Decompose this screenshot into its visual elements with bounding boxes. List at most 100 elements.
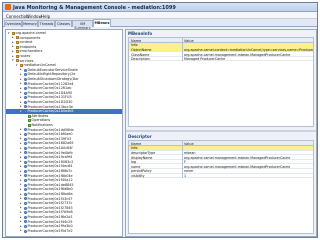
bean-icon — [23, 160, 27, 164]
tree-node-label: context — [19, 40, 33, 45]
column-header-name: Name — [131, 38, 142, 43]
tab-mbeans[interactable]: MBeans — [93, 19, 111, 27]
tab-memory[interactable]: Memory — [22, 20, 38, 27]
expand-toggle-icon[interactable]: ▸ — [20, 229, 23, 232]
java-app-icon — [5, 4, 11, 10]
bean-icon — [23, 165, 27, 169]
expand-toggle-icon[interactable]: ▸ — [20, 201, 23, 205]
column-divider[interactable] — [182, 141, 183, 179]
expand-toggle-icon[interactable]: ▸ — [20, 72, 23, 76]
menu-window[interactable]: Window — [26, 14, 42, 19]
folder-icon — [15, 40, 19, 44]
expand-toggle-icon[interactable]: ▸ — [20, 86, 23, 90]
collapse-toggle-icon[interactable]: ▾ — [16, 63, 19, 67]
expand-toggle-icon[interactable]: ▸ — [20, 215, 23, 219]
bean-icon — [23, 229, 27, 233]
bean-icon — [23, 155, 27, 159]
folder-icon — [15, 50, 19, 54]
expand-toggle-icon[interactable]: ▸ — [12, 36, 15, 39]
tab-bar: Overview Memory Threads Classes VM Summa… — [3, 19, 317, 30]
expand-toggle-icon[interactable]: ▸ — [20, 206, 23, 209]
bean-icon — [23, 151, 27, 155]
tree-node-label: routes — [19, 54, 31, 58]
split-divider[interactable] — [126, 130, 316, 132]
bean-icon — [23, 77, 27, 81]
expand-toggle-icon[interactable]: ▸ — [20, 160, 23, 163]
tree-node-label: ProducerCache(0x1f27845 — [27, 205, 73, 210]
mbeaninfo-heading: MBeanInfo — [128, 31, 153, 36]
tab-vm-summary[interactable]: VM Summary — [72, 20, 93, 30]
column-header-value: Value — [184, 38, 194, 43]
tree-node-label: ProducerCache(0x1D2D30 — [27, 100, 73, 104]
tree-node-label: ProducerCache(0x1682a65 — [27, 141, 74, 146]
mbean-tree[interactable]: ▾ org.apache.camel ▸ components ▸ context ▸ end… — [5, 29, 123, 237]
tree-node-label: components — [19, 35, 41, 40]
tree-node-label: ProducerCache(0x1f7b9e8 — [27, 210, 73, 215]
bean-icon — [23, 91, 27, 95]
tree-node-label: ProducerCache(0x11282e4 — [27, 81, 74, 86]
descriptor-table: Name Value Info: descriptorType mbean displ… — [128, 140, 314, 234]
leaf-icon — [27, 119, 31, 123]
expand-toggle-icon[interactable]: ▸ — [20, 91, 23, 94]
bean-icon — [23, 215, 27, 219]
expand-toggle-icon[interactable]: ▸ — [20, 220, 23, 223]
column-divider[interactable] — [182, 38, 183, 62]
expand-toggle-icon[interactable]: ▸ — [12, 45, 15, 48]
expand-toggle-icon[interactable]: ▸ — [20, 132, 23, 136]
tree-node-label: ProducerCache(0x1A0c84f — [27, 146, 73, 150]
table-row[interactable]: Description Managed ProducerCache — [129, 57, 313, 62]
tree-node-label: endpoints — [19, 44, 37, 49]
expand-toggle-icon[interactable]: ▸ — [20, 68, 23, 71]
expand-toggle-icon[interactable]: ▸ — [20, 210, 23, 214]
tree-node-label: ProducerCache(0x1bf0ae0 — [27, 132, 73, 137]
expand-toggle-icon[interactable]: ▸ — [20, 146, 23, 150]
expand-toggle-icon[interactable]: ▸ — [20, 224, 23, 228]
expand-toggle-icon[interactable]: ▸ — [20, 197, 23, 200]
expand-toggle-icon[interactable]: ▸ — [20, 82, 23, 85]
bean-icon — [23, 211, 27, 215]
expand-toggle-icon[interactable]: ▸ — [12, 54, 15, 58]
collapse-toggle-icon[interactable]: ▾ — [20, 109, 23, 113]
tab-threads[interactable]: Threads — [38, 20, 55, 27]
expand-toggle-icon[interactable]: ▸ — [20, 187, 23, 191]
bean-icon — [23, 224, 27, 228]
expand-toggle-icon[interactable]: ▸ — [20, 77, 23, 81]
tree-node-label: org.apache.camel — [15, 31, 46, 35]
expand-toggle-icon[interactable]: ▸ — [20, 95, 23, 99]
expand-toggle-icon[interactable]: ▸ — [20, 141, 23, 145]
expand-toggle-icon[interactable]: ▸ — [20, 100, 23, 104]
tree-node[interactable]: ▸ ProducerCache(0x1f5d7e2 — [6, 229, 122, 234]
tree-node-label: errorhandlers — [19, 49, 43, 54]
tab-overview[interactable]: Overview — [4, 20, 22, 27]
table-row[interactable]: visibility 1 — [129, 174, 313, 179]
title-bar: Java Monitoring & Management Console - m… — [3, 3, 317, 12]
expand-toggle-icon[interactable]: ▸ — [20, 183, 23, 186]
tab-classes[interactable]: Classes — [55, 20, 72, 27]
collapse-toggle-icon[interactable]: ▾ — [12, 59, 15, 62]
tree-node-label: Notifications — [31, 123, 53, 127]
tree-node-label: ProducerCache(0x1D4A90 — [27, 90, 73, 95]
tree-node-label: ProducerCache(0x1f9a3b0 — [27, 224, 73, 229]
property-value: Managed ProducerCache — [184, 57, 226, 62]
expand-toggle-icon[interactable]: ▸ — [12, 40, 15, 44]
tree-node-label: mediationUnCamel — [23, 63, 56, 68]
expand-toggle-icon[interactable]: ▸ — [20, 155, 23, 159]
expand-toggle-icon[interactable]: ▸ — [20, 105, 23, 108]
tree-node-label: ProducerCache(0x131FU5 — [27, 95, 72, 100]
bean-icon — [23, 206, 27, 210]
expand-toggle-icon[interactable]: ▸ — [20, 174, 23, 177]
bean-icon — [23, 109, 27, 113]
collapse-toggle-icon[interactable]: ▾ — [8, 31, 11, 35]
expand-toggle-icon[interactable]: ▸ — [20, 178, 23, 182]
expand-toggle-icon[interactable]: ▸ — [20, 128, 23, 131]
bean-icon — [23, 174, 27, 178]
menu-help[interactable]: Help — [41, 14, 50, 19]
expand-toggle-icon[interactable]: ▸ — [20, 151, 23, 154]
expand-toggle-icon[interactable]: ▸ — [20, 169, 23, 173]
expand-toggle-icon[interactable]: ▸ — [20, 137, 23, 140]
expand-toggle-icon[interactable]: ▸ — [12, 49, 15, 53]
expand-toggle-icon[interactable]: ▸ — [20, 164, 23, 168]
expand-toggle-icon[interactable]: ▸ — [20, 192, 23, 196]
